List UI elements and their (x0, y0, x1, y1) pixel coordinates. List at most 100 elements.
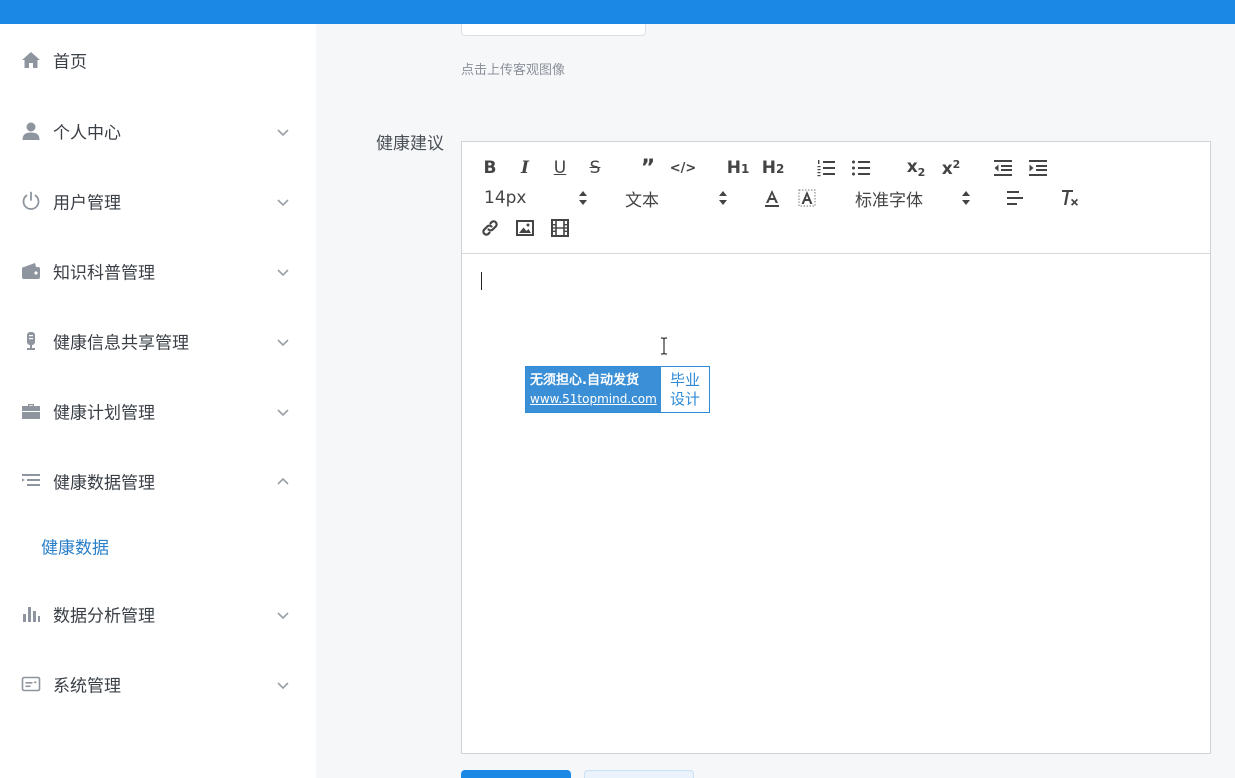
italic-icon: I (521, 158, 529, 178)
watermark-line-2: www.51topmind.com (530, 391, 657, 406)
image-button[interactable] (513, 216, 537, 240)
subscript-button[interactable]: x2 (903, 156, 929, 180)
heading-2-icon: H2 (761, 158, 785, 178)
link-button[interactable] (478, 216, 502, 240)
image-upload-box[interactable] (461, 24, 646, 36)
watermark-side-1: 毕业 (669, 370, 700, 389)
chevron-up-icon (276, 474, 290, 488)
sidebar-item-label: 个人中心 (53, 123, 121, 144)
clear-format-button[interactable] (1057, 186, 1081, 210)
sidebar-item-system-management[interactable]: 系统管理 (0, 656, 316, 712)
strikethrough-icon: S (589, 158, 601, 178)
select-arrows-icon (578, 190, 588, 206)
superscript-button[interactable]: x2 (938, 156, 964, 180)
strike-button[interactable]: S (583, 156, 607, 180)
underline-icon: U (553, 158, 567, 178)
upload-tip: 点击上传客观图像 (461, 63, 566, 78)
editor-toolbar: B I U S ” </> H1 H2 x2 x2 14px 文本 标准字体 (462, 142, 1210, 254)
underline-button[interactable]: U (548, 156, 572, 180)
sidebar-item-label: 健康计划管理 (53, 403, 155, 424)
ordered-list-icon (817, 160, 835, 177)
outdent-icon (994, 160, 1012, 176)
sidebar-item-label: 数据分析管理 (53, 606, 155, 627)
superscript-icon: x2 (941, 157, 961, 179)
top-header-bar (0, 0, 1235, 24)
user-icon (21, 121, 41, 141)
bullet-list-button[interactable] (849, 156, 873, 180)
indent-icon (1029, 160, 1047, 176)
font-family-select[interactable]: 标准字体 (855, 186, 975, 211)
link-icon (482, 220, 498, 236)
sidebar-item-data-analysis[interactable]: 数据分析管理 (0, 586, 316, 642)
sidebar-item-home[interactable]: 首页 (0, 32, 316, 88)
heading-1-icon: H1 (726, 158, 750, 178)
background-color-button[interactable] (795, 186, 819, 210)
sidebar-item-label: 健康信息共享管理 (53, 333, 189, 354)
sidebar-item-label: 知识科普管理 (53, 263, 155, 284)
watermark-badge: 无须担心.自动发货 www.51topmind.com 毕业 设计 (525, 366, 710, 413)
chevron-down-icon (276, 264, 290, 278)
sidebar-item-label: 系统管理 (53, 676, 121, 697)
align-button[interactable] (1003, 186, 1027, 210)
wallet-icon (21, 261, 41, 281)
code-block-button[interactable]: </> (669, 156, 697, 180)
chevron-down-icon (276, 194, 290, 208)
id-card-icon (21, 674, 41, 694)
video-icon (551, 219, 569, 237)
chevron-down-icon (276, 334, 290, 348)
bold-button[interactable]: B (478, 156, 502, 180)
bar-chart-icon (21, 604, 41, 624)
text-color-button[interactable] (760, 186, 784, 210)
clear-format-icon (1062, 190, 1078, 206)
editor-content-area[interactable]: 无须担心.自动发货 www.51topmind.com 毕业 设计 (462, 255, 1210, 753)
text-color-icon (765, 190, 779, 207)
sidebar-item-personal-center[interactable]: 个人中心 (0, 103, 316, 159)
submit-button[interactable] (461, 770, 571, 778)
chevron-down-icon (276, 677, 290, 691)
watermark-side-2: 设计 (669, 389, 700, 408)
text-cursor-icon (659, 337, 669, 355)
microphone-icon (21, 331, 41, 351)
sidebar-item-health-plan[interactable]: 健康计划管理 (0, 383, 316, 439)
submenu-item-label: 健康数据 (41, 538, 109, 559)
subscript-icon: x2 (906, 157, 926, 179)
submenu-item-health-data[interactable]: 健康数据 (0, 526, 316, 566)
cancel-button[interactable] (584, 770, 694, 778)
bold-icon: B (483, 158, 497, 178)
list-icon (21, 471, 41, 491)
chevron-down-icon (276, 404, 290, 418)
sidebar-item-user-management[interactable]: 用户管理 (0, 173, 316, 229)
header-2-button[interactable]: H2 (760, 156, 786, 180)
code-icon: </> (669, 160, 697, 176)
outdent-button[interactable] (991, 156, 1015, 180)
sidebar: 首页 个人中心 用户管理 知识科普管理 健康信息共享管理 健康计划管理 健康数据… (0, 24, 316, 778)
font-size-value: 14px (484, 188, 527, 208)
sidebar-item-label: 首页 (53, 52, 87, 73)
indent-button[interactable] (1026, 156, 1050, 180)
sidebar-item-knowledge-management[interactable]: 知识科普管理 (0, 243, 316, 299)
briefcase-icon (21, 401, 41, 421)
video-button[interactable] (548, 216, 572, 240)
chevron-down-icon (276, 124, 290, 138)
image-icon (516, 220, 534, 236)
sidebar-item-health-info-sharing[interactable]: 健康信息共享管理 (0, 313, 316, 369)
select-arrows-icon (961, 190, 971, 206)
chevron-down-icon (276, 607, 290, 621)
watermark-line-1: 无须担心.自动发货 (530, 372, 639, 388)
font-size-select[interactable]: 14px (484, 186, 592, 210)
ordered-list-button[interactable] (814, 156, 838, 180)
sidebar-item-health-data-management[interactable]: 健康数据管理 (0, 453, 316, 509)
home-icon (21, 50, 41, 70)
block-format-value: 文本 (625, 190, 659, 211)
blockquote-button[interactable]: ” (636, 155, 660, 181)
sidebar-item-label: 用户管理 (53, 193, 121, 214)
quote-icon: ” (640, 155, 656, 181)
align-left-icon (1007, 191, 1023, 205)
sidebar-item-label: 健康数据管理 (53, 473, 155, 494)
italic-button[interactable]: I (513, 156, 537, 180)
font-family-value: 标准字体 (855, 190, 923, 211)
block-format-select[interactable]: 文本 (625, 186, 733, 211)
header-1-button[interactable]: H1 (725, 156, 751, 180)
text-caret (481, 272, 482, 290)
bullet-list-icon (852, 160, 870, 176)
